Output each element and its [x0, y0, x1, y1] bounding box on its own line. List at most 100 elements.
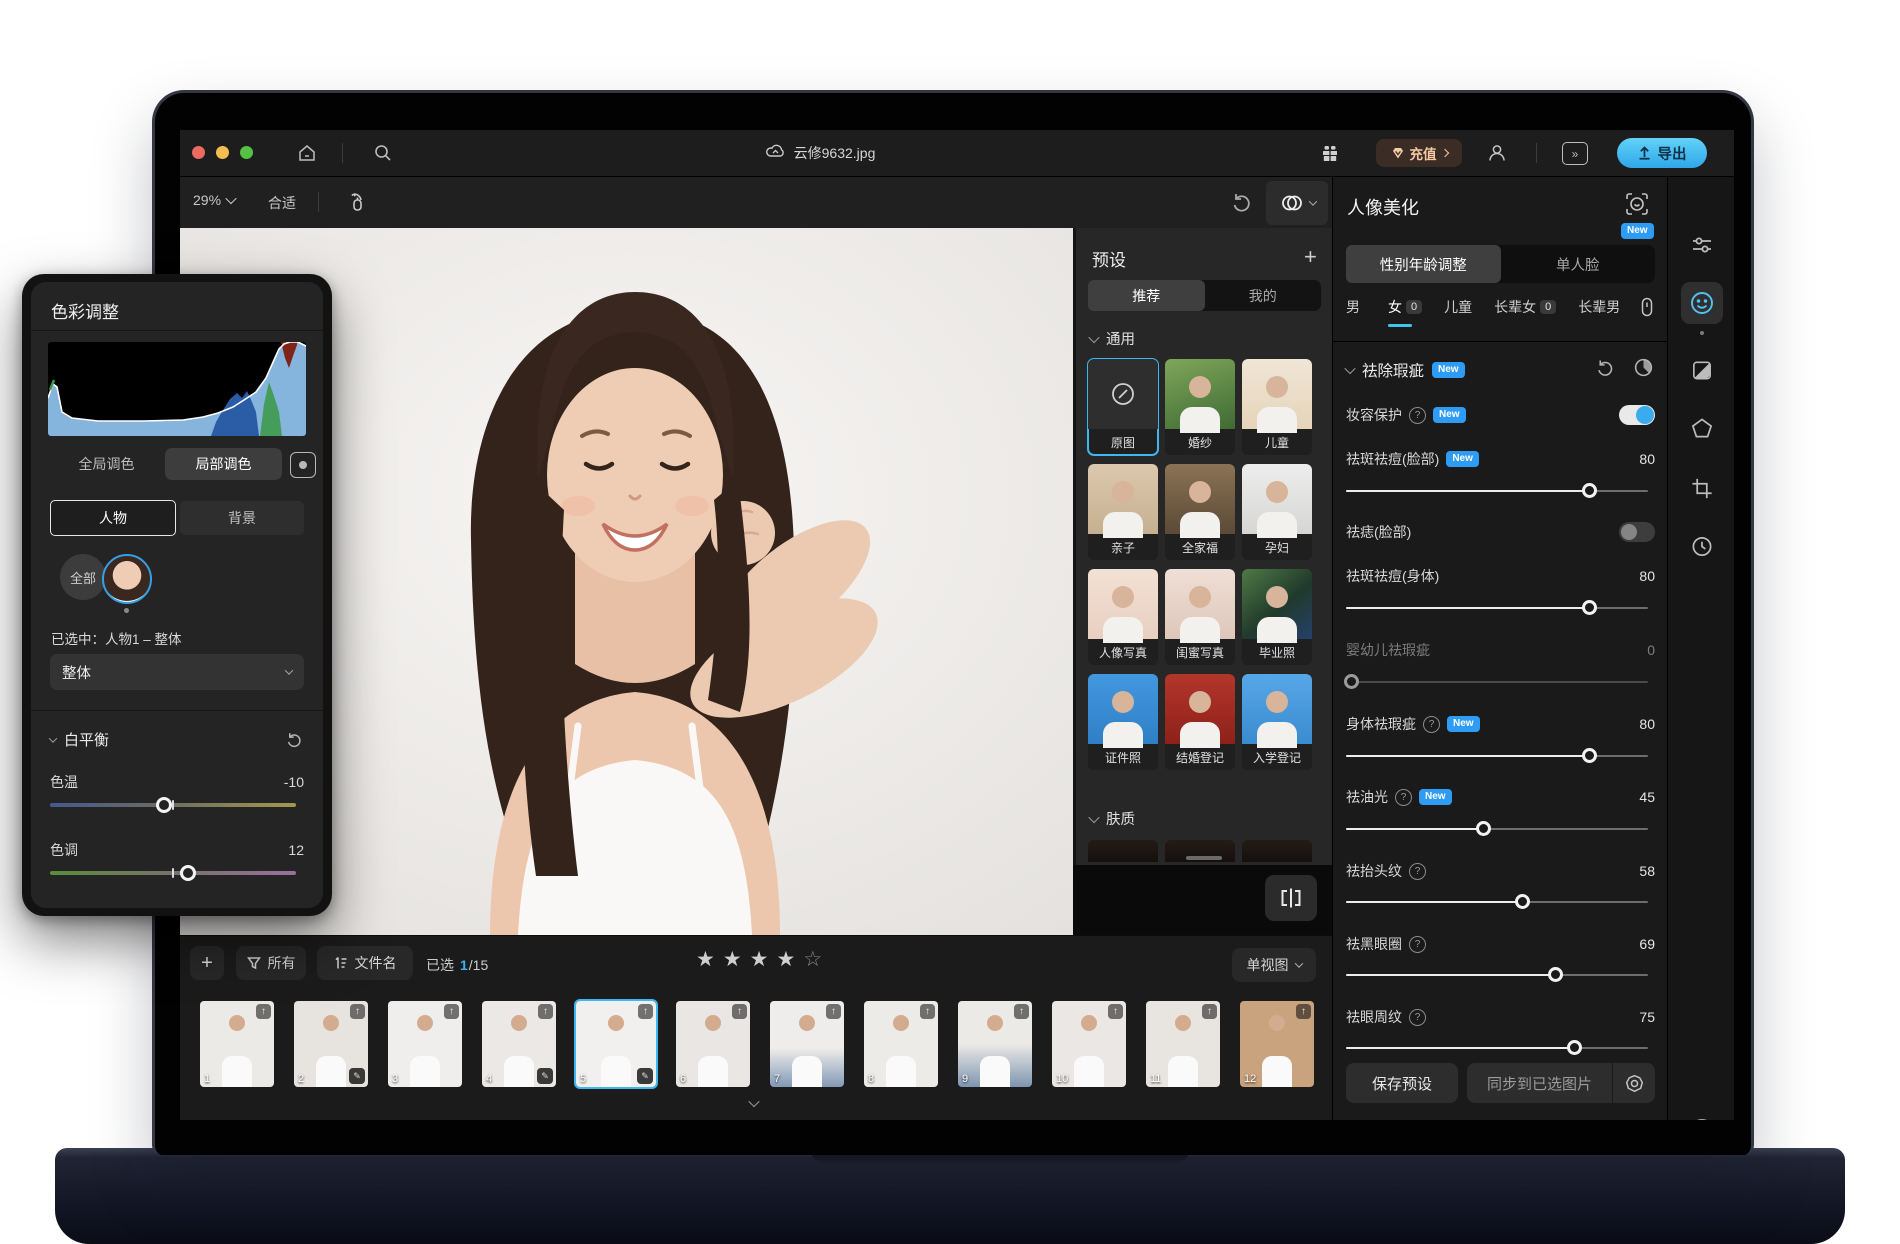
star-filled-icon[interactable]: ★: [776, 947, 803, 972]
crop-tool-icon[interactable]: [1690, 477, 1713, 500]
tab-local-color[interactable]: 局部调色: [165, 448, 282, 480]
help-icon[interactable]: ?: [1423, 716, 1440, 733]
face-scan-icon[interactable]: [1625, 192, 1649, 216]
maximize-window-button[interactable]: [240, 146, 253, 159]
preset-id-photo[interactable]: 证件照: [1088, 674, 1158, 770]
preset-maternity[interactable]: 孕妇: [1242, 464, 1312, 560]
slider[interactable]: [1346, 974, 1648, 976]
thumbnail[interactable]: ↑11: [1146, 1001, 1220, 1087]
slider[interactable]: [1346, 828, 1648, 830]
star-empty-icon[interactable]: ☆: [803, 947, 830, 972]
add-preset-button[interactable]: +: [1304, 244, 1317, 270]
gender-elder-female[interactable]: 长辈女: [1494, 297, 1536, 317]
preset-child[interactable]: 儿童: [1242, 359, 1312, 455]
account-icon[interactable]: [1486, 142, 1508, 164]
preset-besties[interactable]: 闺蜜写真: [1165, 569, 1235, 665]
preset-portrait[interactable]: 人像写真: [1088, 569, 1158, 665]
preset-wedding[interactable]: 婚纱: [1165, 359, 1235, 455]
help-icon[interactable]: ?: [1409, 1009, 1426, 1026]
view-mode-dropdown[interactable]: 单视图: [1232, 948, 1316, 982]
tab-person[interactable]: 人物: [50, 500, 176, 536]
close-window-button[interactable]: [192, 146, 205, 159]
unknown-gender-icon[interactable]: [1639, 297, 1655, 317]
section-history-icon[interactable]: [1633, 357, 1654, 378]
thumbnail-selected[interactable]: ↑5✎: [576, 1001, 656, 1087]
recharge-button[interactable]: 充值: [1376, 139, 1462, 167]
thumbnail[interactable]: ↑10: [1052, 1001, 1126, 1087]
save-preset-button[interactable]: 保存预设: [1346, 1063, 1458, 1103]
gender-elder-male[interactable]: 长辈男: [1578, 297, 1620, 317]
gender-male[interactable]: 男: [1346, 297, 1360, 317]
preset-school-reg[interactable]: 入学登记: [1242, 674, 1312, 770]
beautify-tool-selected[interactable]: [1681, 282, 1723, 324]
compare-view-button[interactable]: [1266, 181, 1328, 225]
help-icon[interactable]: ?: [1395, 789, 1412, 806]
split-compare-button[interactable]: [1265, 875, 1317, 921]
slider[interactable]: [1346, 901, 1648, 903]
makeup-protect-toggle[interactable]: [1619, 405, 1655, 425]
star-rating[interactable]: ★ ★ ★ ★ ☆: [696, 947, 830, 972]
search-icon[interactable]: [373, 143, 393, 163]
tab-recommended[interactable]: 推荐: [1088, 280, 1205, 311]
undo-icon[interactable]: [1230, 190, 1254, 214]
preset-original[interactable]: 原图: [1088, 359, 1158, 455]
shape-tool-icon[interactable]: [1690, 417, 1713, 440]
thumbnail[interactable]: ↑6: [676, 1001, 750, 1087]
tint-slider[interactable]: [50, 871, 296, 875]
zoom-level-dropdown[interactable]: 29%: [193, 192, 235, 208]
sort-button[interactable]: 文件名: [317, 946, 413, 980]
tab-mine[interactable]: 我的: [1205, 280, 1322, 311]
panel-resize-handle[interactable]: [1186, 856, 1222, 860]
filter-button[interactable]: 所有: [236, 946, 306, 980]
thumbnail[interactable]: ↑4✎: [482, 1001, 556, 1087]
gift-icon[interactable]: [1320, 143, 1340, 163]
preset-parent-child[interactable]: 亲子: [1088, 464, 1158, 560]
preset-graduation[interactable]: 毕业照: [1242, 569, 1312, 665]
history-tool-icon[interactable]: [1690, 535, 1713, 558]
sync-button[interactable]: 同步到已选图片: [1467, 1073, 1612, 1094]
sync-settings-button[interactable]: [1613, 1074, 1655, 1093]
all-subjects-chip[interactable]: 全部: [60, 554, 106, 600]
slider[interactable]: [1346, 1047, 1648, 1049]
thumbnail[interactable]: ↑3: [388, 1001, 462, 1087]
thumbnail[interactable]: ↑12: [1240, 1001, 1314, 1087]
gender-female[interactable]: 女: [1388, 297, 1402, 317]
star-filled-icon[interactable]: ★: [696, 947, 723, 972]
temp-slider[interactable]: [50, 803, 296, 807]
slider[interactable]: [1346, 607, 1648, 609]
star-filled-icon[interactable]: ★: [723, 947, 750, 972]
thumbnail[interactable]: ↑1: [200, 1001, 274, 1087]
tab-single-face[interactable]: 单人脸: [1501, 245, 1656, 283]
export-button[interactable]: 导出: [1617, 138, 1707, 168]
preset-thumbnail-clipped[interactable]: [1088, 840, 1158, 862]
add-photos-button[interactable]: +: [190, 946, 224, 980]
preset-thumbnail-clipped[interactable]: [1242, 840, 1312, 862]
adjust-sliders-icon[interactable]: [1690, 233, 1714, 257]
tab-gender-age[interactable]: 性别年龄调整: [1346, 245, 1501, 283]
slider[interactable]: [1346, 755, 1648, 757]
help-icon[interactable]: ?: [1409, 863, 1426, 880]
help-button[interactable]: ?: [1689, 1119, 1715, 1120]
thumbnail[interactable]: ↑7: [770, 1001, 844, 1087]
gender-child[interactable]: 儿童: [1444, 297, 1472, 317]
preset-marriage-reg[interactable]: 结婚登记: [1165, 674, 1235, 770]
thumbnail[interactable]: ↑8: [864, 1001, 938, 1087]
section-reset-icon[interactable]: [1595, 357, 1616, 378]
home-icon[interactable]: [297, 143, 317, 163]
preset-family[interactable]: 全家福: [1165, 464, 1235, 560]
filters-tool-icon[interactable]: [1690, 359, 1713, 382]
tab-background[interactable]: 背景: [180, 501, 304, 535]
slider[interactable]: [1346, 681, 1648, 683]
wb-reset-icon[interactable]: [285, 730, 304, 749]
person-1-avatar[interactable]: [102, 554, 152, 604]
thumbnail[interactable]: ↑9: [958, 1001, 1032, 1087]
collapse-panel-icon[interactable]: »: [1562, 142, 1588, 165]
tab-global-color[interactable]: 全局调色: [48, 448, 165, 480]
help-icon[interactable]: ?: [1409, 407, 1426, 424]
mole-removal-toggle[interactable]: [1619, 522, 1655, 542]
star-filled-icon[interactable]: ★: [750, 947, 777, 972]
thumbnail[interactable]: ↑2✎: [294, 1001, 368, 1087]
region-dropdown[interactable]: 整体: [50, 654, 304, 690]
sample-target-icon[interactable]: [290, 452, 316, 478]
minimize-window-button[interactable]: [216, 146, 229, 159]
